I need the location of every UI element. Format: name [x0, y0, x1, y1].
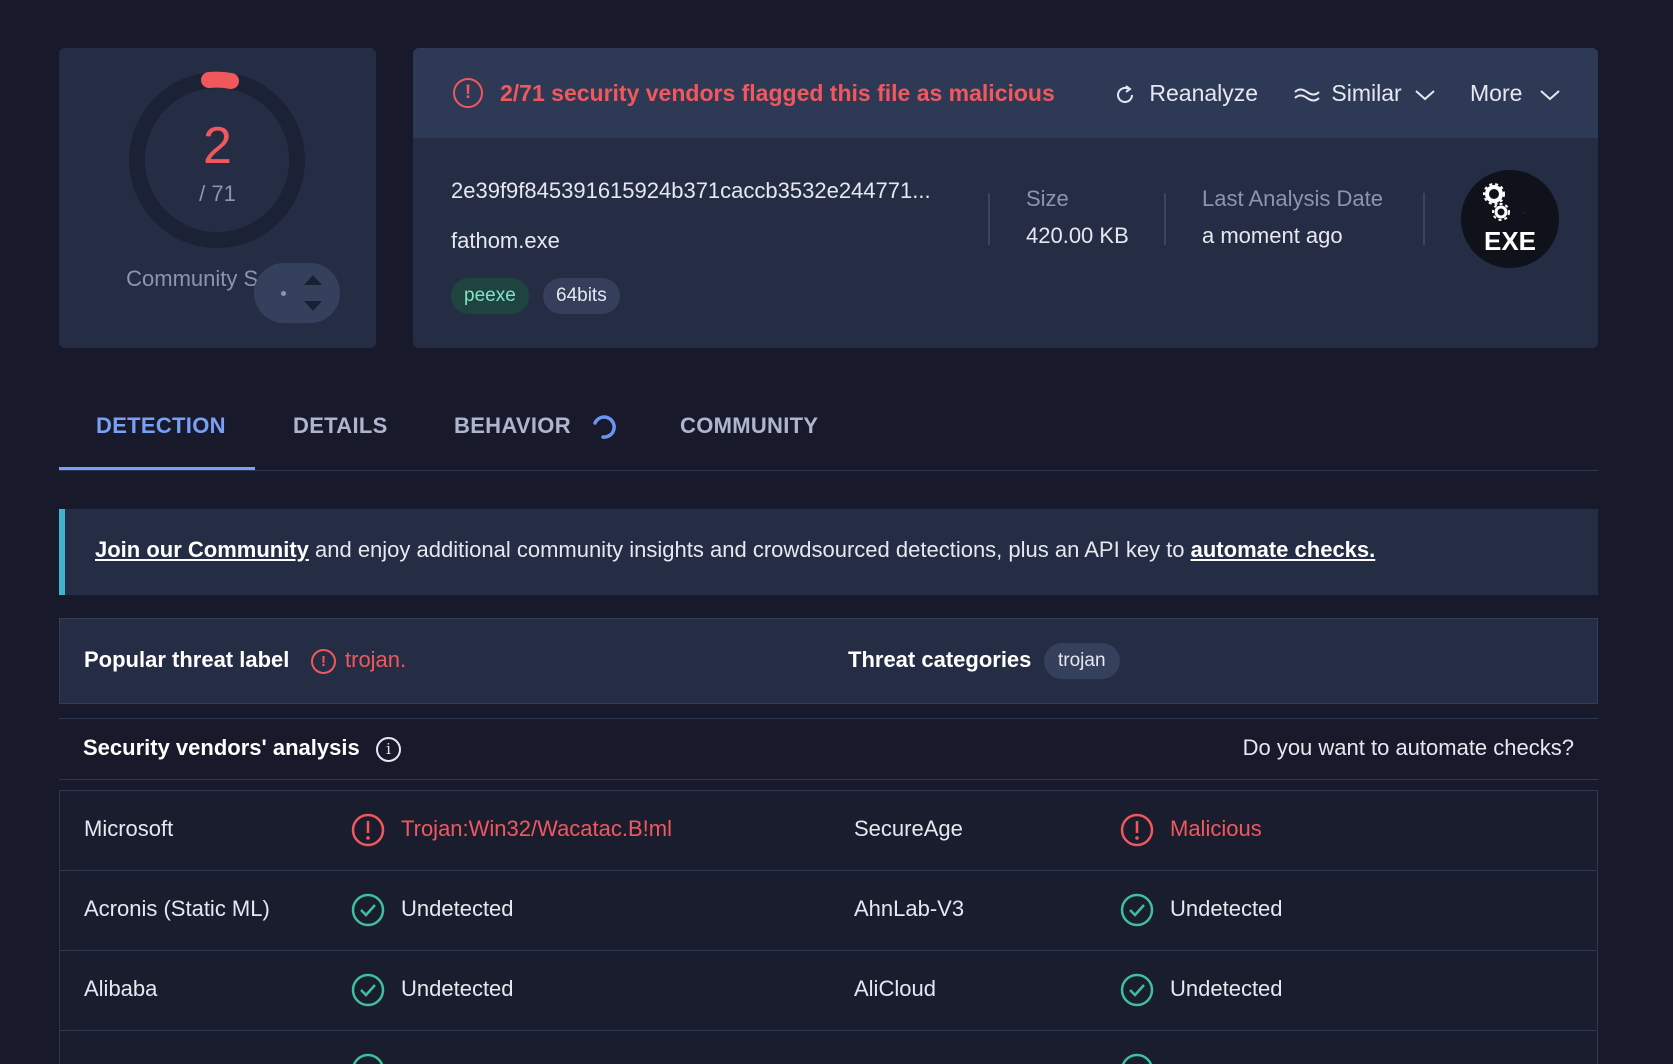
vendor-result: Undetected	[1170, 896, 1283, 921]
vendors-table: Microsoft Trojan:Win32/Wacatac.B!ml Secure…	[59, 790, 1598, 1064]
vendor-name: AhnLab-V3	[854, 896, 965, 921]
size-label: Size	[1026, 186, 1069, 211]
reanalyze-button[interactable]: Reanalyze	[1113, 78, 1258, 108]
check-circle-icon	[1120, 893, 1154, 927]
tabs-divider	[59, 470, 1598, 471]
threat-categories-label: Threat categories	[848, 647, 1032, 672]
popular-threat-label: Popular threat label	[84, 647, 290, 672]
table-row	[60, 1031, 1597, 1064]
threat-category-tag[interactable]: trojan	[1044, 643, 1120, 679]
info-icon[interactable]: i	[376, 737, 401, 762]
banner-body: and enjoy additional community insights …	[308, 537, 1191, 562]
detection-alert-text: 2/71 security vendors flagged this file …	[500, 80, 1055, 106]
detection-count: 2	[203, 117, 232, 175]
file-name: fathom.exe	[451, 228, 560, 253]
more-label: More	[1470, 80, 1523, 106]
size-value: 420.00 KB	[1026, 223, 1129, 248]
community-score-card: 2 / 71 Community Score	[59, 48, 376, 348]
chevron-down-icon	[1415, 90, 1435, 101]
refresh-icon	[1117, 85, 1133, 103]
last-analysis-label: Last Analysis Date	[1202, 186, 1383, 211]
check-circle-icon	[1120, 973, 1154, 1007]
reanalyze-label: Reanalyze	[1149, 80, 1259, 106]
tab-details[interactable]: DETAILS	[293, 413, 388, 439]
automate-checks-link[interactable]: automate checks.	[1191, 537, 1376, 562]
file-hash[interactable]: 2e39f9f845391615924b371caccb3532e244771.…	[451, 178, 931, 204]
vendor-result: Undetected	[1170, 976, 1283, 1001]
alert-icon	[351, 813, 385, 847]
vendor-result: Undetected	[401, 976, 514, 1001]
vendor-name: Microsoft	[84, 816, 174, 841]
threat-summary-row: Popular threat label ! trojan. Threat ca…	[59, 618, 1598, 704]
similar-label: Similar	[1331, 80, 1402, 106]
vendor-result: Malicious	[1170, 816, 1262, 841]
banner-text: Join our Community and enjoy additional …	[95, 537, 1375, 563]
similar-icon	[1294, 88, 1320, 102]
chevron-down-icon	[1540, 90, 1560, 101]
popular-threat-value[interactable]: trojan.	[345, 647, 406, 673]
vote-down-icon[interactable]	[304, 301, 322, 311]
tag-peexe[interactable]: peexe	[451, 278, 529, 314]
tab-detection[interactable]: DETECTION	[96, 413, 226, 439]
vendor-name: SecureAge	[854, 816, 963, 841]
detection-alert-bar: ! 2/71 security vendors flagged this fil…	[413, 48, 1598, 138]
table-row: Microsoft Trojan:Win32/Wacatac.B!ml Secure…	[60, 791, 1597, 871]
tab-community[interactable]: COMMUNITY	[680, 413, 818, 439]
tab-behavior[interactable]: BEHAVIOR	[454, 413, 617, 441]
divider	[988, 193, 990, 245]
join-community-link[interactable]: Join our Community	[95, 537, 309, 562]
vendor-result: Undetected	[401, 896, 514, 921]
vote-score-dot	[281, 291, 286, 296]
vendors-analysis-header: Security vendors' analysis i Do you want…	[59, 718, 1598, 780]
alert-icon	[1120, 813, 1154, 847]
alert-icon: !	[453, 78, 483, 108]
divider	[1164, 193, 1166, 245]
file-type-badge: EXE	[1461, 170, 1559, 268]
more-dropdown[interactable]: More	[1470, 78, 1561, 108]
join-community-banner: Join our Community and enjoy additional …	[59, 509, 1598, 595]
vote-up-icon[interactable]	[304, 275, 322, 285]
check-circle-icon	[351, 893, 385, 927]
tag-64bits[interactable]: 64bits	[543, 278, 620, 314]
divider	[1423, 193, 1425, 245]
file-summary-card: ! 2/71 security vendors flagged this fil…	[413, 48, 1598, 348]
tab-behavior-label: BEHAVIOR	[454, 413, 571, 438]
vendor-name: Acronis (Static ML)	[84, 896, 270, 921]
exe-gears-icon: EXE	[1483, 183, 1543, 256]
vendors-analysis-title: Security vendors' analysis	[83, 735, 360, 760]
table-row: Alibaba Undetected AliCloud Undetected	[60, 951, 1597, 1031]
table-row: Acronis (Static ML) Undetected AhnLab-V3 Un…	[60, 871, 1597, 951]
check-circle-icon	[1121, 1053, 1153, 1064]
check-circle-icon	[352, 1053, 384, 1064]
community-vote-control[interactable]	[254, 263, 340, 323]
loading-spinner-icon	[593, 415, 617, 439]
vendor-result: Trojan:Win32/Wacatac.B!ml	[401, 816, 673, 841]
similar-dropdown[interactable]: Similar	[1293, 78, 1436, 108]
alert-icon: !	[311, 649, 336, 674]
last-analysis-value: a moment ago	[1202, 223, 1343, 248]
vendor-name: AliCloud	[854, 976, 936, 1001]
detection-total: / 71	[199, 181, 236, 206]
automate-checks-prompt[interactable]: Do you want to automate checks?	[1243, 735, 1574, 761]
check-circle-icon	[351, 973, 385, 1007]
exe-badge-text: EXE	[1484, 226, 1536, 256]
vendor-name: Alibaba	[84, 976, 158, 1001]
